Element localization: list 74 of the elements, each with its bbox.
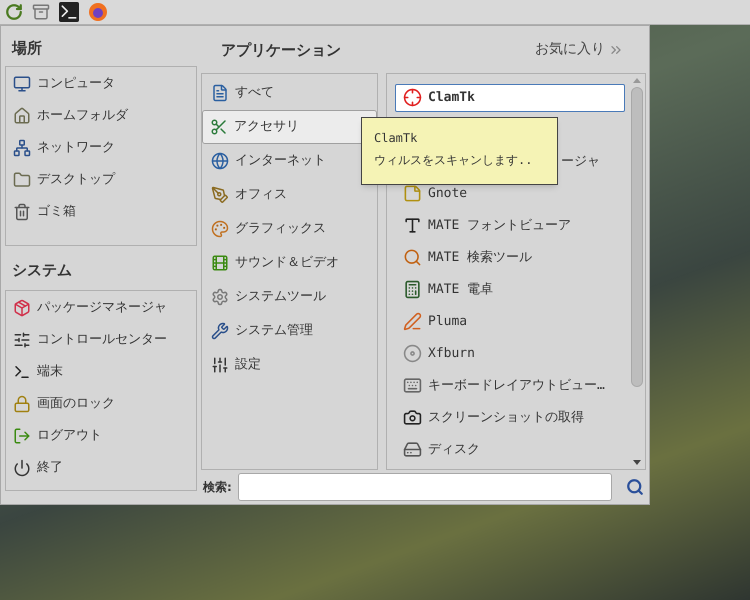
menu-item-label[interactable]: ージャ	[561, 152, 600, 172]
menu-item-label[interactable]: ディスク	[428, 440, 480, 460]
wrench-icon	[211, 322, 229, 340]
globe-icon	[211, 152, 229, 170]
browser-icon[interactable]	[88, 2, 108, 22]
terminal-icon[interactable]	[59, 2, 79, 22]
menu-item-label[interactable]: ClamTk	[428, 88, 475, 108]
scissors-icon	[210, 118, 228, 136]
menu-item-label[interactable]: システム管理	[235, 321, 313, 341]
menu-item-label[interactable]: デスクトップ	[37, 170, 115, 190]
document-icon	[211, 84, 229, 102]
scroll-down-icon[interactable]	[633, 460, 641, 466]
menu-item-label[interactable]: キーボードレイアウトビュー…	[428, 376, 605, 396]
disc-icon	[403, 344, 422, 364]
package-icon	[13, 299, 31, 317]
menu-item-label[interactable]: MATE フォントビューア	[428, 216, 572, 236]
menu-item-label[interactable]: システムツール	[235, 287, 326, 307]
film-icon	[211, 254, 229, 272]
refresh-icon[interactable]	[5, 3, 23, 21]
exit-icon	[13, 427, 31, 445]
keyboard-icon	[403, 376, 422, 396]
menu-item-label[interactable]: 終了	[37, 458, 63, 478]
pencil-icon	[403, 312, 422, 332]
pen-icon	[211, 186, 229, 204]
palette-icon	[211, 220, 229, 238]
section-heading: 場所	[10, 38, 43, 60]
sliders-icon	[211, 356, 229, 374]
monitor-icon	[13, 75, 31, 93]
menu-item-label[interactable]: 設定	[235, 355, 261, 375]
menu-item-label[interactable]: 画面のロック	[37, 394, 115, 414]
search-icon[interactable]	[626, 478, 644, 496]
menu-item-label[interactable]: すべて	[235, 83, 274, 103]
menu-item-label[interactable]: ゴミ箱	[37, 202, 76, 222]
menu-item-label[interactable]: インターネット	[235, 151, 326, 171]
camera-icon	[403, 408, 422, 428]
search-label: 検索:	[202, 479, 232, 496]
calculator-icon	[403, 280, 422, 300]
menu-item-label[interactable]: ホームフォルダ	[37, 106, 128, 126]
menu-item-label[interactable]: グラフィックス	[235, 219, 326, 239]
menu-item-label[interactable]: Gnote	[428, 184, 468, 204]
gear-icon	[211, 288, 229, 306]
lock-icon	[13, 395, 31, 413]
note-icon	[403, 184, 422, 204]
menu-item-label[interactable]: サウンド＆ビデオ	[235, 253, 339, 273]
font-icon	[403, 216, 422, 236]
menu-item-label[interactable]: Pluma	[428, 312, 468, 332]
menu-item-label[interactable]: オフィス	[235, 185, 287, 205]
menu-item-label[interactable]: 端末	[37, 362, 63, 382]
scroll-up-icon[interactable]	[633, 78, 641, 83]
network-icon	[13, 139, 31, 157]
menu-item-label[interactable]: パッケージマネージャ	[37, 298, 167, 318]
crosshair-icon	[403, 88, 422, 108]
magnifier-icon	[403, 248, 422, 268]
scroll-thumb[interactable]	[631, 86, 643, 387]
section-heading: システム	[11, 260, 73, 281]
menu-item-label[interactable]: MATE 電卓	[428, 280, 494, 300]
menu-item-label[interactable]: MATE 検索ツール	[428, 248, 532, 268]
tooltip-title: ClamTk	[374, 130, 418, 147]
terminal-icon	[13, 363, 31, 381]
menu-item-label[interactable]: コンピュータ	[37, 74, 115, 94]
search-field[interactable]	[238, 473, 612, 502]
menu-item-label[interactable]: ログアウト	[37, 426, 102, 446]
home-folder-icon	[13, 107, 31, 125]
menu-item-label[interactable]: スクリーンショットの取得	[428, 408, 584, 428]
tooltip-description: ウィルスをスキャンします..	[374, 152, 534, 169]
trash-icon	[13, 203, 31, 221]
folder-icon	[13, 171, 31, 189]
section-heading: アプリケーション	[221, 40, 341, 61]
sliders-icon	[13, 331, 31, 349]
menu-item-label[interactable]: ネットワーク	[37, 138, 115, 158]
menu-item-label[interactable]: コントロールセンター	[37, 330, 167, 350]
favorites-button[interactable]: お気に入り	[535, 39, 624, 60]
power-icon	[13, 459, 31, 477]
menu-item-label[interactable]: Xfburn	[428, 344, 475, 364]
